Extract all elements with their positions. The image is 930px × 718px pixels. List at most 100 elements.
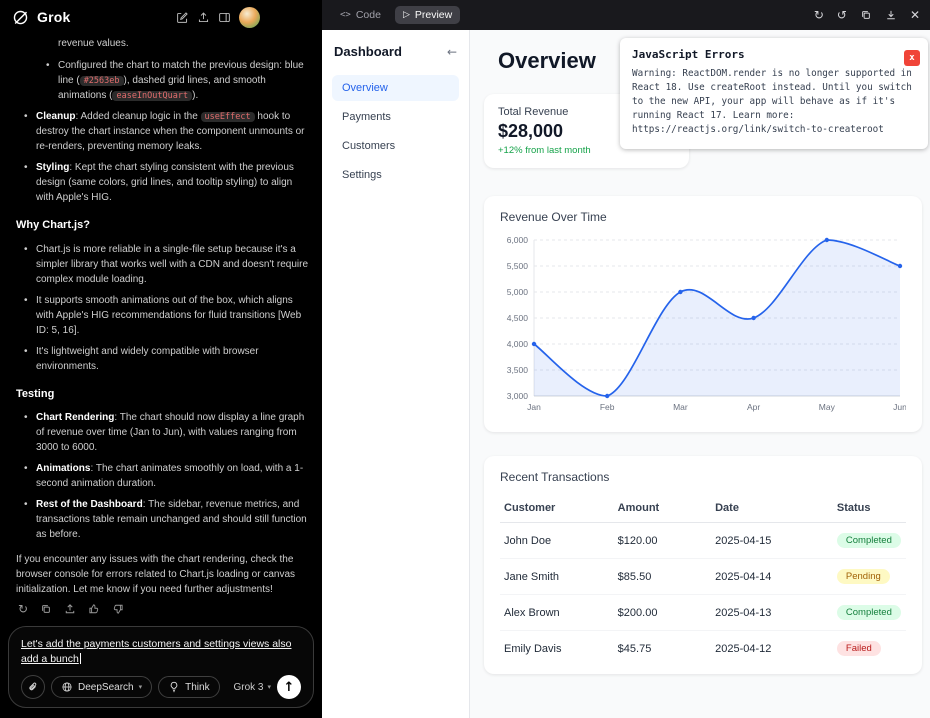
copy-icon[interactable] — [40, 603, 52, 615]
transactions-card: Recent Transactions Customer Amount Date St… — [484, 456, 922, 674]
cell-date: 2025-04-13 — [711, 594, 833, 631]
svg-text:5,000: 5,000 — [507, 287, 529, 297]
bullet-marker: • — [24, 162, 28, 173]
svg-text:Apr: Apr — [747, 402, 760, 412]
download-icon[interactable] — [885, 9, 897, 21]
table-row: John Doe $120.00 2025-04-15 Completed — [500, 522, 906, 559]
history-icon[interactable]: ↺ — [837, 8, 847, 22]
bullet-marker: • — [24, 111, 28, 122]
regenerate-icon[interactable]: ↻ — [18, 602, 28, 616]
cell-status: Completed — [832, 522, 906, 559]
preview-sidebar: Dashboard ← Overview Payments Customers Set… — [322, 30, 470, 718]
panel-toggle-icon[interactable] — [218, 11, 231, 24]
transactions-title: Recent Transactions — [500, 470, 610, 484]
cell-date: 2025-04-15 — [711, 522, 833, 559]
sidebar-item-customers[interactable]: Customers — [332, 133, 459, 159]
grok-header: Grok — [0, 0, 322, 34]
code-tab-label: Code — [355, 9, 381, 21]
cell-amount: $85.50 — [613, 558, 712, 595]
preview-sidebar-nav: Overview Payments Customers Settings — [332, 75, 459, 188]
workbench-toolbar: <> Code ▷ Preview ↻ ↺ ✕ — [322, 0, 930, 30]
collapse-sidebar-icon[interactable]: ← — [447, 45, 457, 59]
table-row: Emily Davis $45.75 2025-04-12 Failed — [500, 631, 906, 667]
app-title: Grok — [37, 9, 71, 25]
bullet-marker: • — [24, 345, 28, 357]
sidebar-item-overview[interactable]: Overview — [332, 75, 459, 101]
copy-icon[interactable] — [860, 9, 872, 21]
chat-block: Why Chart.js? — [16, 219, 90, 231]
deepsearch-label: DeepSearch — [78, 681, 134, 693]
deepsearch-button[interactable]: DeepSearch ▾ — [51, 676, 153, 698]
chat-block: • Chart.js is more reliable in a single-f… — [24, 243, 309, 285]
lightbulb-icon — [170, 681, 178, 693]
close-icon[interactable]: ✕ — [910, 8, 920, 22]
think-label: Think — [185, 681, 210, 693]
paperclip-icon — [29, 682, 37, 691]
upload-icon[interactable] — [64, 603, 76, 615]
bullet-marker: • — [24, 243, 28, 255]
table-row: Alex Brown $200.00 2025-04-13 Completed — [500, 594, 906, 631]
chat-block: Testing — [16, 387, 55, 400]
close-icon[interactable]: x — [904, 50, 920, 66]
tab-preview[interactable]: ▷ Preview — [394, 6, 461, 24]
thumbs-up-icon[interactable] — [88, 603, 100, 615]
column-header: Customer — [500, 494, 614, 523]
bullet-marker: • — [24, 294, 28, 306]
compose-icon[interactable] — [176, 11, 189, 24]
text-cursor — [79, 652, 81, 664]
model-selector[interactable]: Grok 3 ▾ — [233, 682, 271, 693]
js-errors-panel: JavaScript Errors x Warning: ReactDOM.re… — [620, 38, 928, 149]
status-badge: Failed — [836, 641, 881, 656]
chat-block: • It's lightweight and widely compatible … — [24, 345, 259, 372]
error-message: Warning: ReactDOM.render is no longer su… — [632, 68, 912, 135]
tab-code[interactable]: <> Code — [332, 6, 389, 24]
status-badge: Pending — [836, 569, 890, 584]
model-label: Grok 3 — [233, 681, 264, 693]
chat-block: • Chart Rendering: The chart should now d… — [24, 412, 305, 453]
composer-input[interactable]: Let's add the payments customers and set… — [21, 637, 301, 667]
svg-text:5,500: 5,500 — [507, 261, 529, 271]
grok-chat-panel: Grok revenue values. • Configured the char… — [0, 0, 322, 718]
status-badge: Completed — [836, 605, 901, 620]
share-icon[interactable] — [197, 11, 210, 24]
error-panel-title: JavaScript Errors — [632, 48, 745, 61]
svg-text:Jun: Jun — [893, 402, 906, 412]
cell-status: Failed — [833, 631, 906, 667]
chat-block: • Configured the chart to match the previ… — [46, 60, 304, 101]
refresh-icon[interactable]: ↻ — [814, 8, 824, 22]
cell-status: Pending — [832, 558, 906, 595]
chevron-down-icon: ▾ — [267, 683, 271, 691]
bullet-marker: • — [24, 463, 28, 474]
cell-customer: Emily Davis — [504, 642, 562, 655]
sidebar-item-settings[interactable]: Settings — [332, 162, 459, 188]
thumbs-down-icon[interactable] — [112, 603, 124, 615]
think-button[interactable]: Think — [158, 676, 220, 698]
composer: Let's add the payments customers and set… — [8, 625, 314, 708]
chat-block: revenue values. — [58, 38, 129, 49]
bullet-marker: • — [24, 412, 28, 423]
svg-text:Jan: Jan — [527, 402, 541, 412]
cell-amount: $120.00 — [613, 522, 712, 559]
column-header: Date — [711, 494, 833, 523]
message-actions: ↻ — [2, 602, 322, 620]
chat-block: • It supports smooth animations out of th… — [24, 294, 302, 336]
chat-block: If you encounter any issues with the cha… — [16, 554, 296, 595]
transactions-tbody: John Doe $120.00 2025-04-15 Completed Jane S… — [500, 522, 906, 667]
column-header: Amount — [613, 494, 712, 523]
svg-text:4,500: 4,500 — [507, 313, 529, 323]
inline-code: #2563eb — [79, 76, 124, 86]
app-root: Grok revenue values. • Configured the char… — [0, 0, 930, 718]
globe-icon — [62, 682, 72, 692]
svg-text:4,000: 4,000 — [507, 339, 529, 349]
transactions-header-row: Customer Amount Date Status — [500, 494, 906, 523]
svg-text:3,500: 3,500 — [507, 365, 529, 375]
user-avatar[interactable] — [239, 6, 260, 28]
column-header: Status — [832, 494, 906, 523]
chat-block: • Styling: Kept the chart styling consist… — [24, 162, 294, 203]
attach-button[interactable] — [21, 675, 45, 699]
cell-status: Completed — [832, 594, 906, 631]
send-button[interactable]: ↑ — [277, 675, 301, 699]
sidebar-item-payments[interactable]: Payments — [332, 104, 459, 130]
status-badge: Completed — [836, 533, 901, 548]
transactions-table: Customer Amount Date Status John Doe $120.00… — [500, 494, 906, 666]
